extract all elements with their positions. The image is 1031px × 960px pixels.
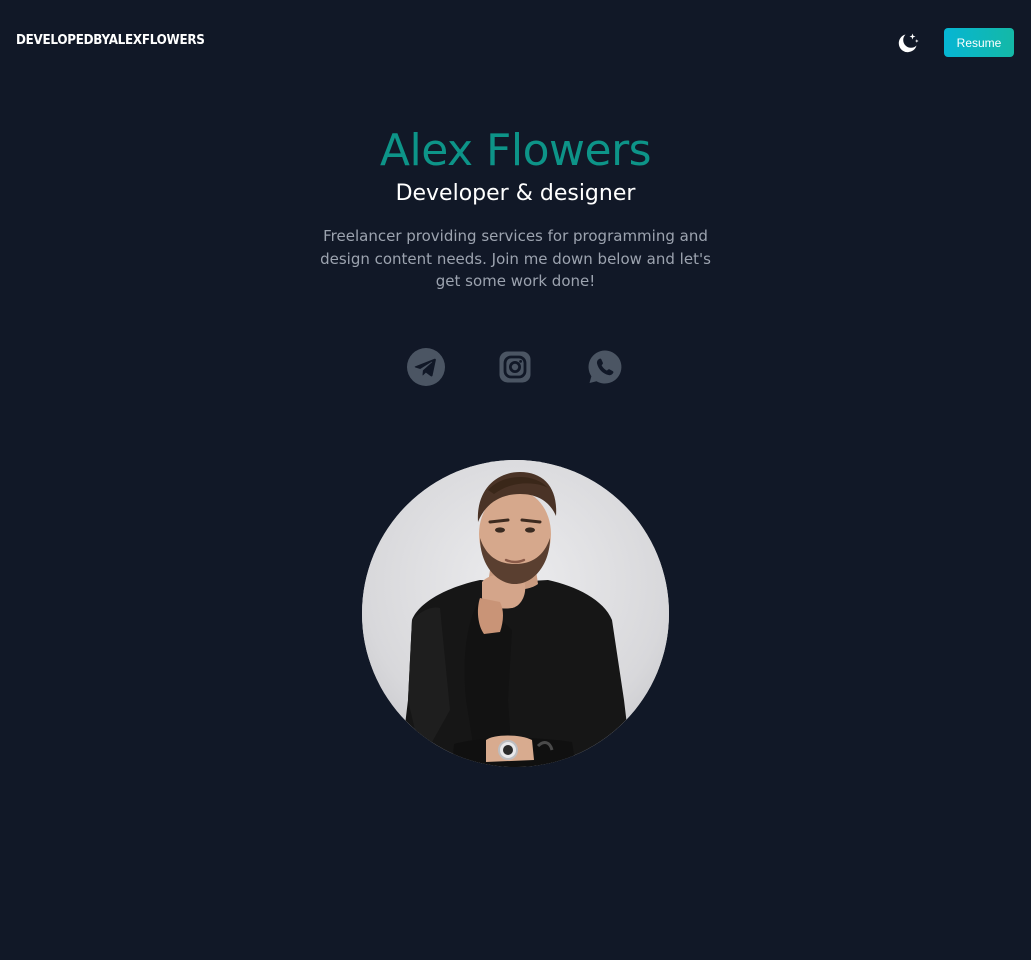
hero-name: Alex Flowers — [379, 125, 652, 176]
hero-role: Developer & designer — [395, 181, 636, 206]
site-logo[interactable]: DevelopedByAlexFlowers — [16, 33, 205, 48]
moon-stars-icon[interactable] — [895, 30, 921, 56]
resume-button[interactable]: Resume — [944, 28, 1014, 57]
whatsapp-icon[interactable] — [585, 347, 625, 387]
page: DevelopedByAlexFlowers Resume Alex Flowe… — [0, 0, 1031, 960]
social-links — [0, 347, 1031, 387]
instagram-icon[interactable] — [495, 347, 535, 387]
telegram-icon[interactable] — [406, 347, 446, 387]
profile-photo — [362, 460, 669, 767]
hero-description: Freelancer providing services for progra… — [320, 227, 711, 290]
